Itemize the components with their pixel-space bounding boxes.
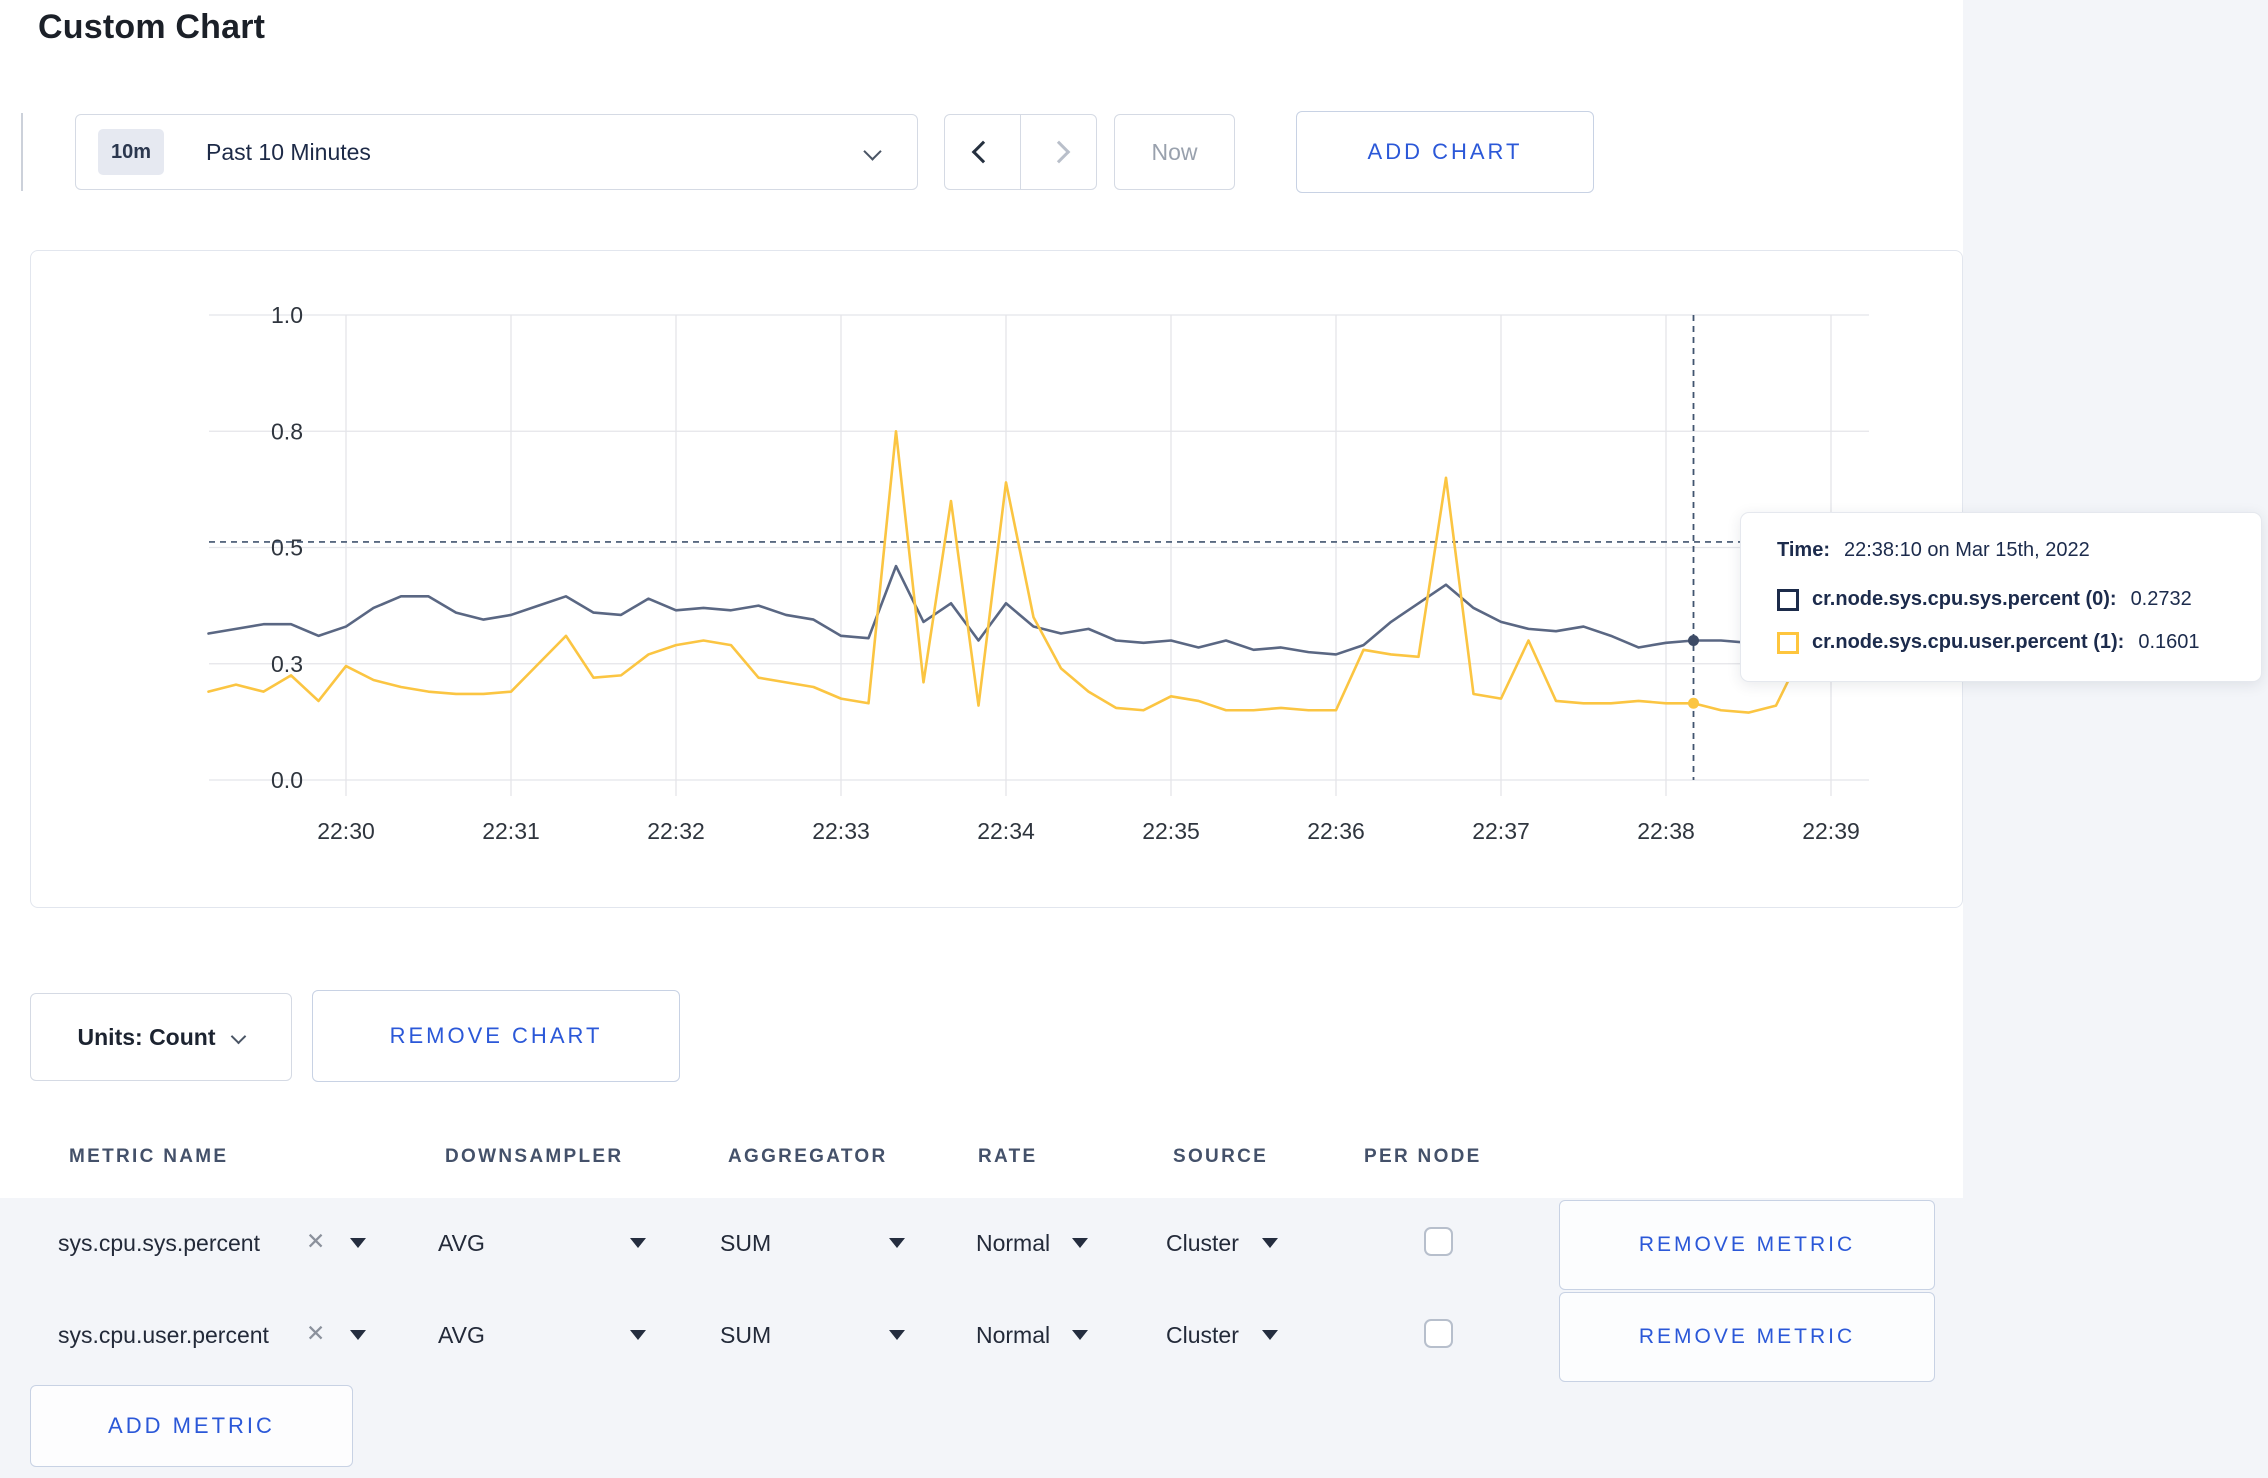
downsampler-caret-icon[interactable] (630, 1238, 646, 1248)
aggregator-value[interactable]: SUM (720, 1230, 771, 1257)
metric-select-caret-icon[interactable] (350, 1238, 366, 1248)
col-header-source: SOURCE (1173, 1146, 1269, 1167)
chart-card: 0.0 0.3 0.5 0.8 1.0 22:30 22:31 22:32 22:33 22:34… (30, 250, 1963, 908)
tooltip-time-row: Time: 22:38:10 on Mar 15th, 2022 (1777, 539, 2261, 562)
svg-text:22:34: 22:34 (977, 818, 1035, 844)
tooltip-time-value: 22:38:10 on Mar 15th, 2022 (1843, 539, 2090, 561)
source-caret-icon[interactable] (1262, 1330, 1278, 1340)
svg-text:22:31: 22:31 (482, 818, 540, 844)
add-metric-button[interactable]: ADD METRIC (30, 1385, 353, 1467)
rate-value[interactable]: Normal (976, 1230, 1050, 1257)
svg-text:22:38: 22:38 (1637, 818, 1695, 844)
tooltip-series-value: 0.1601 (2138, 631, 2200, 653)
metric-name-value: sys.cpu.sys.percent (58, 1230, 260, 1256)
toolbar-left-divider (21, 113, 23, 191)
per-node-checkbox[interactable] (1424, 1227, 1453, 1256)
svg-text:22:32: 22:32 (647, 818, 705, 844)
downsampler-caret-icon[interactable] (630, 1330, 646, 1340)
svg-text:0.8: 0.8 (271, 418, 303, 444)
chart-hover-tooltip: Time: 22:38:10 on Mar 15th, 2022 cr.node… (1740, 512, 2262, 682)
svg-text:0.5: 0.5 (271, 535, 303, 561)
svg-text:22:30: 22:30 (317, 818, 375, 844)
tooltip-series-row: cr.node.sys.cpu.sys.percent (0): 0.2732 (1777, 588, 2261, 611)
rate-value[interactable]: Normal (976, 1322, 1050, 1349)
metric-name-value: sys.cpu.user.percent (58, 1322, 269, 1348)
clear-metric-icon[interactable]: ✕ (306, 1228, 325, 1255)
downsampler-value[interactable]: AVG (438, 1230, 485, 1257)
rate-caret-icon[interactable] (1072, 1330, 1088, 1340)
chevron-right-icon (1047, 140, 1070, 164)
tooltip-series-value: 0.2732 (2130, 588, 2192, 610)
svg-text:1.0: 1.0 (271, 302, 303, 328)
add-chart-button[interactable]: ADD CHART (1296, 111, 1594, 193)
svg-text:22:36: 22:36 (1307, 818, 1365, 844)
page-title: Custom Chart (38, 8, 266, 46)
source-value[interactable]: Cluster (1166, 1322, 1239, 1349)
rate-caret-icon[interactable] (1072, 1238, 1088, 1248)
source-value[interactable]: Cluster (1166, 1230, 1239, 1257)
remove-chart-button[interactable]: REMOVE CHART (312, 990, 680, 1082)
tooltip-time-label: Time: (1777, 539, 1830, 561)
svg-text:0.3: 0.3 (271, 651, 303, 677)
aggregator-caret-icon[interactable] (889, 1238, 905, 1248)
remove-chart-label: REMOVE CHART (389, 1023, 603, 1048)
svg-text:22:33: 22:33 (812, 818, 870, 844)
source-caret-icon[interactable] (1262, 1238, 1278, 1248)
tooltip-series-name: cr.node.sys.cpu.sys.percent (0): (1812, 588, 2117, 610)
svg-text:22:37: 22:37 (1472, 818, 1530, 844)
time-window-pager (944, 114, 1097, 190)
metric-select-caret-icon[interactable] (350, 1330, 366, 1340)
remove-metric-label: REMOVE METRIC (1638, 1233, 1856, 1256)
time-window-dropdown[interactable]: 10m Past 10 Minutes (75, 114, 918, 190)
col-header-metric-name: METRIC NAME (69, 1146, 229, 1167)
per-node-checkbox[interactable] (1424, 1319, 1453, 1348)
svg-text:22:39: 22:39 (1802, 818, 1860, 844)
now-button[interactable]: Now (1114, 114, 1235, 190)
aggregator-value[interactable]: SUM (720, 1322, 771, 1349)
add-chart-label: ADD CHART (1367, 139, 1523, 164)
units-dropdown[interactable]: Units: Count (30, 993, 292, 1081)
svg-text:22:35: 22:35 (1142, 818, 1200, 844)
col-header-rate: RATE (978, 1146, 1038, 1167)
aggregator-caret-icon[interactable] (889, 1330, 905, 1340)
remove-metric-label: REMOVE METRIC (1638, 1325, 1856, 1348)
col-header-aggregator: AGGREGATOR (728, 1146, 888, 1167)
col-header-downsampler: DOWNSAMPLER (445, 1146, 624, 1167)
clear-metric-icon[interactable]: ✕ (306, 1320, 325, 1347)
time-window-label: Past 10 Minutes (206, 138, 371, 165)
remove-metric-button[interactable]: REMOVE METRIC (1559, 1200, 1935, 1290)
chart-canvas[interactable]: 0.0 0.3 0.5 0.8 1.0 22:30 22:31 22:32 22:33 22:34… (31, 251, 1964, 909)
time-window-badge: 10m (98, 129, 164, 175)
chevron-left-icon (971, 140, 994, 164)
prev-time-button[interactable] (945, 115, 1021, 189)
next-time-button[interactable] (1021, 115, 1096, 189)
now-button-label: Now (1151, 138, 1198, 165)
svg-text:0.0: 0.0 (271, 767, 303, 793)
chevron-down-icon (231, 1028, 247, 1044)
tooltip-series-name: cr.node.sys.cpu.user.percent (1): (1812, 631, 2125, 653)
series-swatch-icon (1777, 631, 1799, 654)
tooltip-series-row: cr.node.sys.cpu.user.percent (1): 0.1601 (1777, 631, 2261, 654)
units-label: Units: Count (77, 1023, 216, 1050)
add-metric-label: ADD METRIC (108, 1413, 275, 1438)
downsampler-value[interactable]: AVG (438, 1322, 485, 1349)
custom-chart-page: Custom Chart 10m Past 10 Minutes Now ADD… (0, 0, 2268, 1478)
chevron-down-icon (863, 142, 882, 161)
remove-metric-button[interactable]: REMOVE METRIC (1559, 1292, 1935, 1382)
col-header-per-node: PER NODE (1364, 1146, 1482, 1167)
series-swatch-icon (1777, 588, 1799, 611)
